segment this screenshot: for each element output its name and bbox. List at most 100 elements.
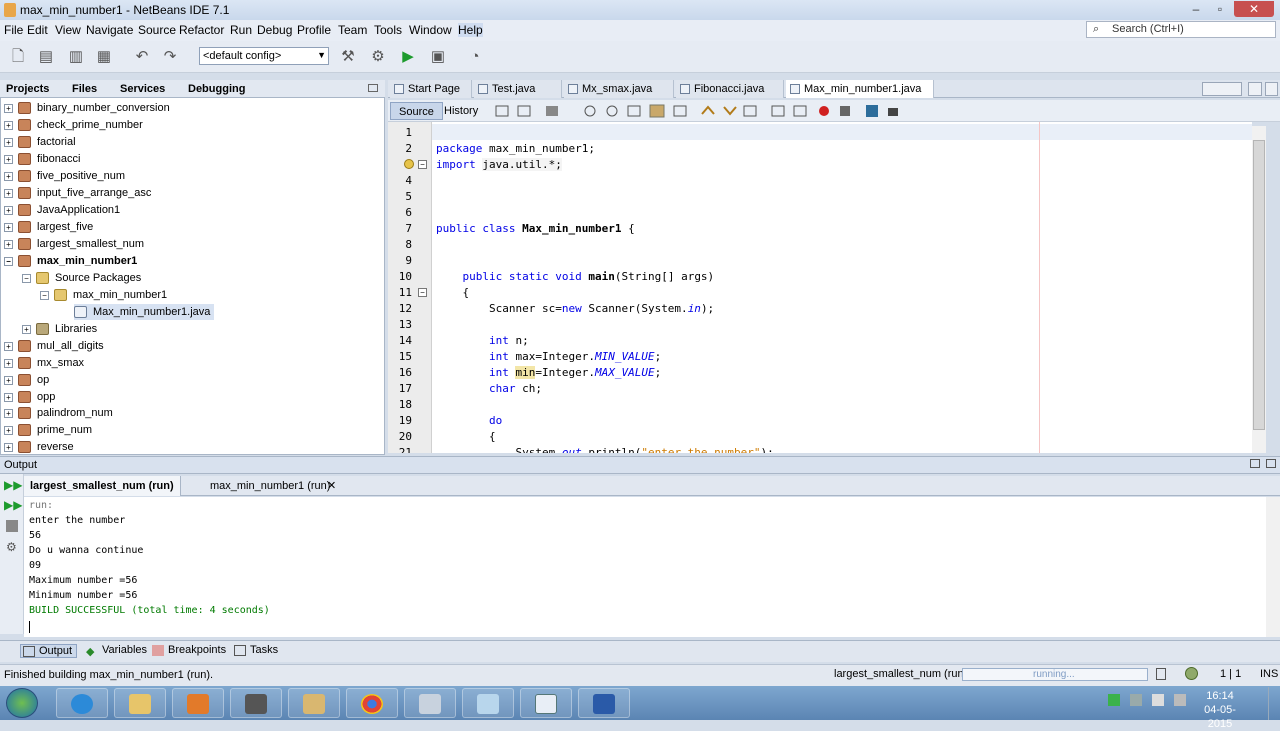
new-project-icon[interactable]: ▤ xyxy=(36,47,56,67)
tab-fibonacci-java[interactable]: Fibonacci.java xyxy=(676,80,784,98)
tree-item-libraries[interactable]: + Libraries xyxy=(22,321,97,337)
rerun-icon[interactable]: ▶▶ xyxy=(4,478,22,492)
editor-scrollbar[interactable] xyxy=(1252,126,1266,453)
volume-icon[interactable] xyxy=(1174,694,1186,706)
tree-item[interactable]: + mx_smax xyxy=(4,355,84,371)
menu-navigate[interactable]: Navigate xyxy=(86,23,133,37)
tab-start-page[interactable]: Start Page xyxy=(390,80,472,98)
menu-edit[interactable]: Edit xyxy=(27,23,48,37)
ie-taskbar-button[interactable] xyxy=(56,688,108,718)
lightbulb-hint-icon[interactable] xyxy=(404,159,414,169)
open-project-icon[interactable]: ▥ xyxy=(66,47,86,67)
flag-icon[interactable] xyxy=(1152,694,1164,706)
menu-view[interactable]: View xyxy=(55,23,81,37)
cancel-task-icon[interactable] xyxy=(1156,668,1166,680)
app-taskbar-button[interactable] xyxy=(404,688,456,718)
running-task-label[interactable]: largest_smallest_num (run) xyxy=(834,668,967,680)
undo-icon[interactable]: ↶ xyxy=(132,47,152,67)
fold-toggle-icon[interactable]: − xyxy=(418,288,427,297)
tab-projects[interactable]: Projects xyxy=(6,83,49,95)
source-view-button[interactable]: Source xyxy=(390,102,443,120)
tab-variables[interactable]: ◆ Variables xyxy=(84,644,147,658)
menu-profile[interactable]: Profile xyxy=(297,23,331,37)
tree-item[interactable]: + largest_smallest_num xyxy=(4,236,144,252)
maximize-button[interactable]: ▫ xyxy=(1208,1,1232,17)
menu-run[interactable]: Run xyxy=(230,23,252,37)
tab-max-min-number1-java[interactable]: Max_min_number1.java xyxy=(786,80,934,98)
settings-icon[interactable]: ⚙ xyxy=(6,540,17,554)
search-box[interactable]: ⌕ Search (Ctrl+I) xyxy=(1086,21,1276,38)
stop-icon[interactable] xyxy=(6,520,18,532)
tab-tasks[interactable]: Tasks xyxy=(232,644,278,656)
tree-item-package[interactable]: − max_min_number1 xyxy=(40,287,167,303)
tree-item[interactable]: + mul_all_digits xyxy=(4,338,104,354)
build-icon[interactable]: ⚒ xyxy=(338,47,358,67)
menu-window[interactable]: Window xyxy=(409,23,452,37)
minimize-panel-icon[interactable] xyxy=(368,84,378,92)
run-icon[interactable]: ▶ xyxy=(398,47,418,67)
netbeans-taskbar-button[interactable] xyxy=(520,688,572,718)
tab-test-java[interactable]: Test.java xyxy=(474,80,562,98)
tree-item[interactable]: + check_prime_number xyxy=(4,117,143,133)
menu-tools[interactable]: Tools xyxy=(374,23,402,37)
restore-window-icon[interactable] xyxy=(1250,459,1260,468)
tree-item[interactable]: + factorial xyxy=(4,134,76,150)
tab-scroll-buttons[interactable] xyxy=(1202,82,1242,96)
tree-item[interactable]: + opp xyxy=(4,389,55,405)
close-button[interactable]: ✕ xyxy=(1234,1,1274,17)
output-console[interactable] xyxy=(24,497,1266,637)
tab-list-button[interactable] xyxy=(1248,82,1262,96)
tray-icon[interactable] xyxy=(1108,694,1120,706)
editor-tool-icons[interactable] xyxy=(494,104,902,118)
tree-item[interactable]: + op xyxy=(4,372,49,388)
tab-output-largest-smallest[interactable]: largest_smallest_num (run) xyxy=(24,476,181,496)
tree-item[interactable]: + five_positive_num xyxy=(4,168,125,184)
tab-files[interactable]: Files xyxy=(72,83,97,95)
menu-debug[interactable]: Debug xyxy=(257,23,292,37)
maximize-editor-button[interactable] xyxy=(1265,82,1278,96)
redo-icon[interactable]: ↷ xyxy=(160,47,180,67)
tab-debugging[interactable]: Debugging xyxy=(188,83,245,95)
tree-item[interactable]: + binary_number_conversion xyxy=(4,100,170,116)
tree-item[interactable]: + prime_num xyxy=(4,422,92,438)
menu-team[interactable]: Team xyxy=(338,23,367,37)
menu-source[interactable]: Source xyxy=(138,23,176,37)
tab-services[interactable]: Services xyxy=(120,83,165,95)
app-taskbar-button[interactable] xyxy=(230,688,282,718)
tree-item[interactable]: + reverse xyxy=(4,439,74,455)
network-icon[interactable] xyxy=(1130,694,1142,706)
chrome-taskbar-button[interactable] xyxy=(346,688,398,718)
tab-output-window[interactable]: Output xyxy=(20,644,78,658)
media-player-taskbar-button[interactable] xyxy=(172,688,224,718)
minimize-window-icon[interactable] xyxy=(1266,459,1276,468)
tree-item-active-project[interactable]: − max_min_number1 xyxy=(4,253,137,269)
tab-breakpoints[interactable]: Breakpoints xyxy=(150,644,226,656)
tab-output-max-min[interactable]: max_min_number1 (run) xyxy=(204,476,336,496)
show-desktop-button[interactable] xyxy=(1268,687,1280,720)
explorer-taskbar-button[interactable] xyxy=(114,688,166,718)
code-editor[interactable] xyxy=(432,122,1252,453)
output-scrollbar[interactable] xyxy=(1266,497,1280,637)
scrollbar-thumb[interactable] xyxy=(1253,140,1265,430)
rerun-params-icon[interactable]: ▶▶ xyxy=(4,498,22,512)
tree-item-selected-file[interactable]: Max_min_number1.java xyxy=(74,304,215,320)
new-file-icon[interactable]: 🗋 xyxy=(8,47,28,67)
word-taskbar-button[interactable] xyxy=(578,688,630,718)
app-taskbar-button[interactable] xyxy=(462,688,514,718)
tree-item[interactable]: + palindrom_num xyxy=(4,405,113,421)
menu-help[interactable]: Help xyxy=(458,23,483,37)
fold-toggle-icon[interactable]: − xyxy=(418,160,427,169)
tree-item[interactable]: + fibonacci xyxy=(4,151,80,167)
tree-item[interactable]: + input_five_arrange_asc xyxy=(4,185,151,201)
history-view-button[interactable]: History xyxy=(436,102,486,120)
tab-mx-smax-java[interactable]: Mx_smax.java xyxy=(564,80,674,98)
save-all-icon[interactable]: ▦ xyxy=(94,47,114,67)
clean-build-icon[interactable]: ⚙ xyxy=(368,47,388,67)
profile-icon[interactable]: ◔ xyxy=(465,47,485,67)
app-taskbar-button[interactable] xyxy=(288,688,340,718)
start-button[interactable] xyxy=(6,688,38,718)
tree-item[interactable]: + JavaApplication1 xyxy=(4,202,120,218)
menu-file[interactable]: File xyxy=(4,23,23,37)
menu-refactor[interactable]: Refactor xyxy=(179,23,224,37)
tree-item[interactable]: + largest_five xyxy=(4,219,93,235)
